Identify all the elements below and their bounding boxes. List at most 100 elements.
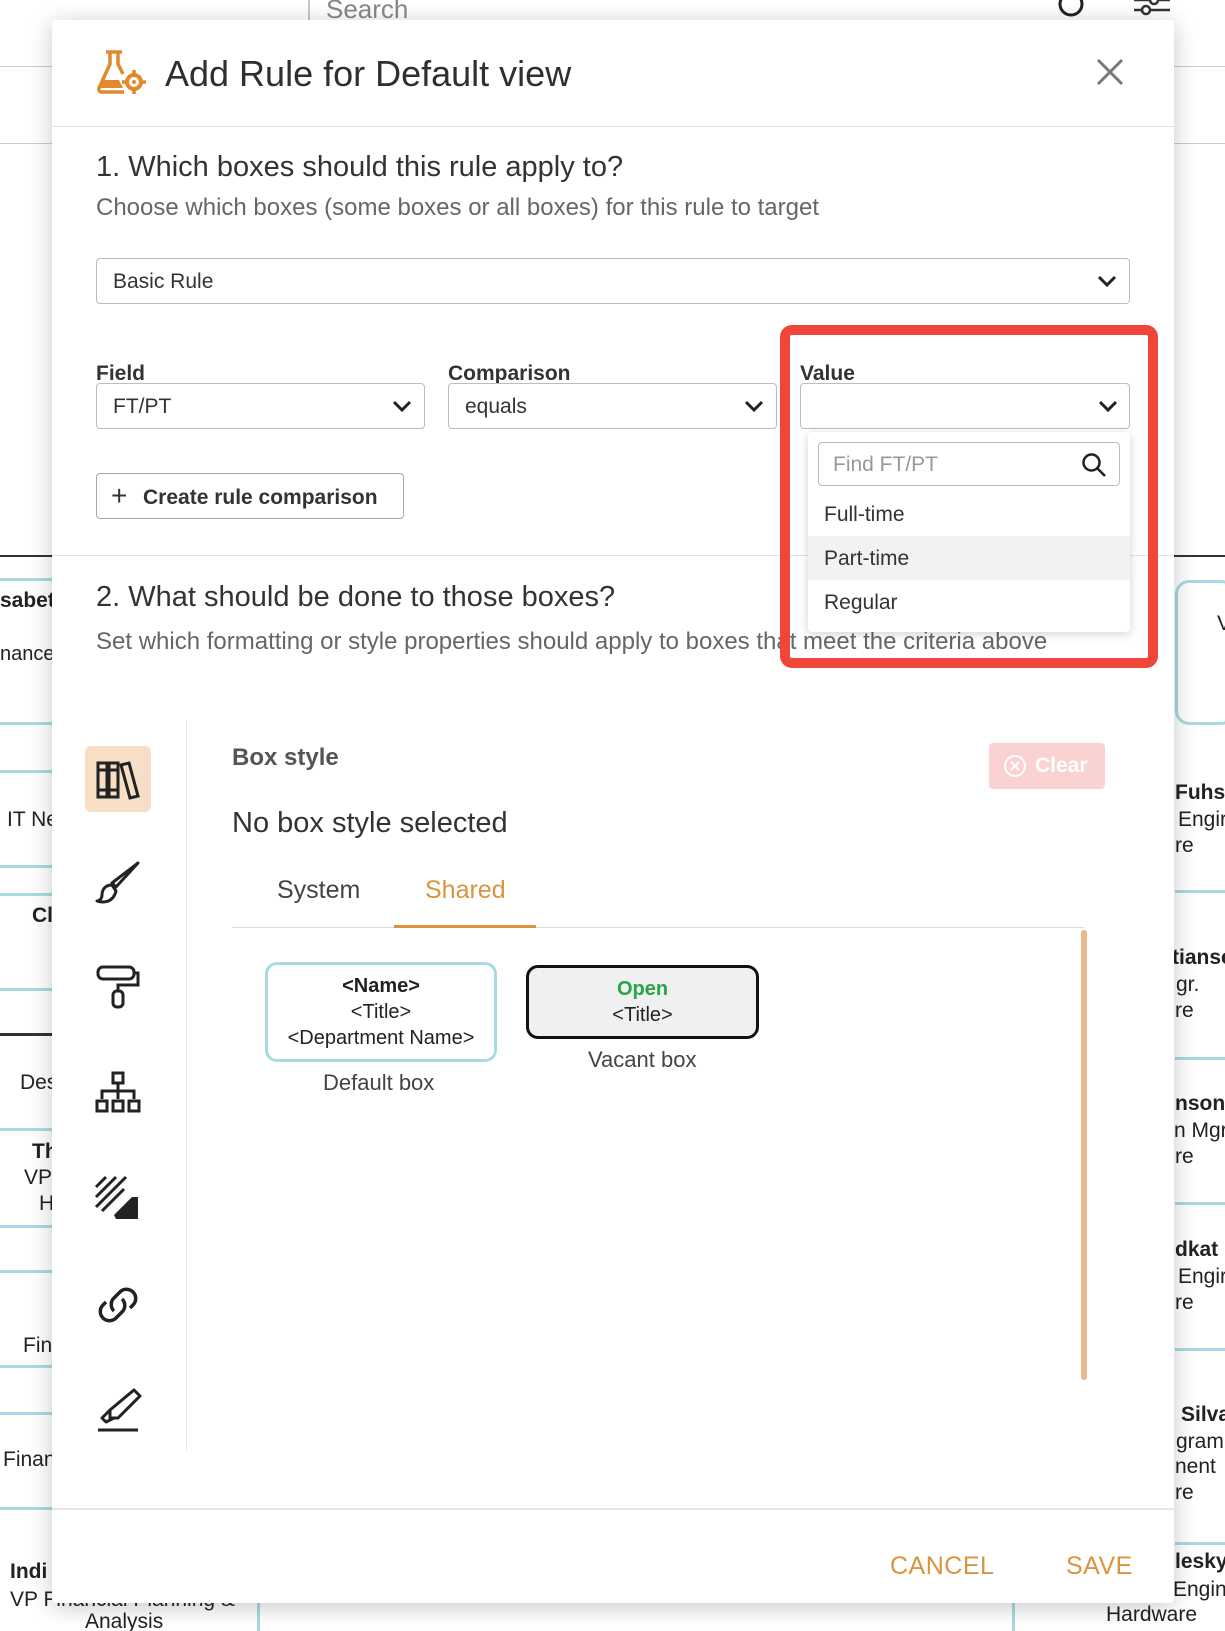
background-line (1170, 555, 1225, 557)
box-style-status: No box style selected (232, 807, 508, 839)
background-text: V (1217, 612, 1225, 635)
box-title-placeholder: <Title> (350, 1001, 412, 1023)
box-style-title: Box style (232, 744, 339, 771)
background-card-edge (0, 988, 55, 991)
background-text: gr. (1176, 973, 1200, 996)
background-card-edge (0, 722, 55, 725)
background-card-edge (0, 865, 55, 868)
rule-type-select[interactable]: Basic Rule (96, 258, 1130, 304)
footer-divider (52, 1508, 1174, 1510)
background-card-edge (0, 1507, 55, 1510)
background-text: Silva (1181, 1403, 1225, 1426)
background-text: Fuhs (1175, 781, 1225, 804)
background-card-edge (0, 578, 55, 581)
background-card-edge (1012, 1600, 1015, 1631)
box-department-placeholder: <Department Name> (287, 1027, 475, 1049)
value-dropdown-menu: Find FT/PT Full-time Part-time Regular (808, 432, 1130, 632)
background-text: re (1175, 834, 1194, 857)
save-button[interactable]: SAVE (1066, 1552, 1133, 1581)
background-text: tianse (1172, 946, 1225, 969)
background-card-edge (0, 1412, 55, 1415)
section1-subtitle: Choose which boxes (some boxes or all bo… (96, 194, 820, 221)
rule-type-value: Basic Rule (113, 270, 214, 293)
background-text: Fin (23, 1334, 53, 1357)
background-text: Hardware (1106, 1603, 1198, 1626)
chevron-down-icon (392, 400, 412, 413)
background-text: re (1175, 1481, 1194, 1504)
background-text: Engine (1173, 1578, 1225, 1601)
clear-button[interactable]: Clear (989, 743, 1105, 789)
background-text: Engir (1178, 808, 1225, 831)
background-card-edge (1175, 1057, 1225, 1060)
link-icon (98, 1287, 138, 1323)
dropdown-search-placeholder: Find FT/PT (833, 453, 939, 476)
background-card-edge (0, 1270, 55, 1273)
sidebar-brush[interactable] (85, 850, 151, 916)
background-card-edge (1175, 1202, 1225, 1205)
dropdown-option-part-time[interactable]: Part-time (808, 536, 1130, 580)
clear-label: Clear (1035, 754, 1088, 777)
background-card-edge (1175, 890, 1225, 893)
add-rule-dialog: Add Rule for Default view 1. Which boxes… (52, 20, 1174, 1603)
background-text: Analysis (85, 1610, 164, 1631)
flask-gear-icon (97, 50, 146, 94)
comparison-value: equals (465, 395, 527, 418)
close-icon[interactable] (1094, 56, 1126, 88)
background-card (1175, 580, 1225, 725)
background-card-edge (0, 1225, 55, 1228)
org-chart-icon (95, 1071, 141, 1113)
background-card-edge (0, 770, 55, 773)
background-text: nance (0, 643, 55, 665)
plus-icon: + (111, 480, 128, 511)
search-icon[interactable] (1057, 0, 1087, 22)
cancel-button[interactable]: CANCEL (890, 1552, 994, 1581)
sidebar-library[interactable] (85, 746, 151, 812)
background-card-edge (257, 1600, 260, 1631)
search-icon (1082, 453, 1106, 477)
sidebar-divider (186, 720, 187, 1450)
dropdown-search-input[interactable]: Find FT/PT (818, 442, 1120, 486)
background-card-edge (1175, 1348, 1225, 1351)
box-name-placeholder: <Name> (342, 975, 420, 997)
dropdown-option-full-time[interactable]: Full-time (808, 492, 1130, 536)
vacant-title-placeholder: <Title> (612, 1004, 673, 1026)
tab-system[interactable]: System (277, 876, 360, 905)
clear-circle-icon (1004, 755, 1026, 777)
background-text: gram (1176, 1430, 1224, 1453)
background-text: Engir (1178, 1265, 1225, 1288)
background-text: VP (24, 1166, 53, 1189)
tabs-divider (232, 927, 1084, 928)
background-card-edge (0, 893, 55, 896)
background-text: lesky (1175, 1550, 1225, 1573)
sidebar-link[interactable] (85, 1272, 151, 1338)
value-select[interactable] (800, 383, 1130, 429)
field-value: FT/PT (113, 395, 172, 418)
background-text: IT Ne (7, 808, 58, 831)
sidebar-paint-roller[interactable] (85, 954, 151, 1020)
background-text: dkat (1175, 1238, 1219, 1261)
dropdown-option-regular[interactable]: Regular (808, 580, 1130, 624)
background-text: re (1175, 999, 1194, 1022)
default-box-style[interactable]: <Name> <Title> <Department Name> (265, 962, 497, 1062)
create-rule-comparison-label: Create rule comparison (143, 486, 378, 509)
create-rule-comparison-button[interactable]: + Create rule comparison (96, 473, 404, 519)
tab-shared[interactable]: Shared (425, 876, 506, 905)
highlighter-icon (98, 1388, 142, 1432)
sidebar-org-chart[interactable] (85, 1060, 151, 1126)
background-text: Finan (3, 1448, 56, 1471)
comparison-select[interactable]: equals (448, 383, 777, 429)
field-select[interactable]: FT/PT (96, 383, 425, 429)
background-text: nent (1175, 1455, 1216, 1478)
sidebar-highlighter[interactable] (85, 1377, 151, 1443)
section2-title: 2. What should be done to those boxes? (96, 581, 616, 613)
scrollbar[interactable] (1081, 930, 1087, 1380)
vacant-open-label: Open (616, 978, 669, 1000)
vacant-box-caption: Vacant box (588, 1047, 697, 1072)
vacant-box-style[interactable]: Open <Title> (526, 965, 759, 1039)
background-line (0, 555, 60, 557)
background-text: Cl (32, 904, 53, 927)
background-text: Indi (10, 1560, 48, 1583)
background-text: nson (1175, 1092, 1225, 1115)
sidebar-pattern[interactable] (85, 1166, 151, 1232)
background-card-edge (0, 1365, 55, 1368)
